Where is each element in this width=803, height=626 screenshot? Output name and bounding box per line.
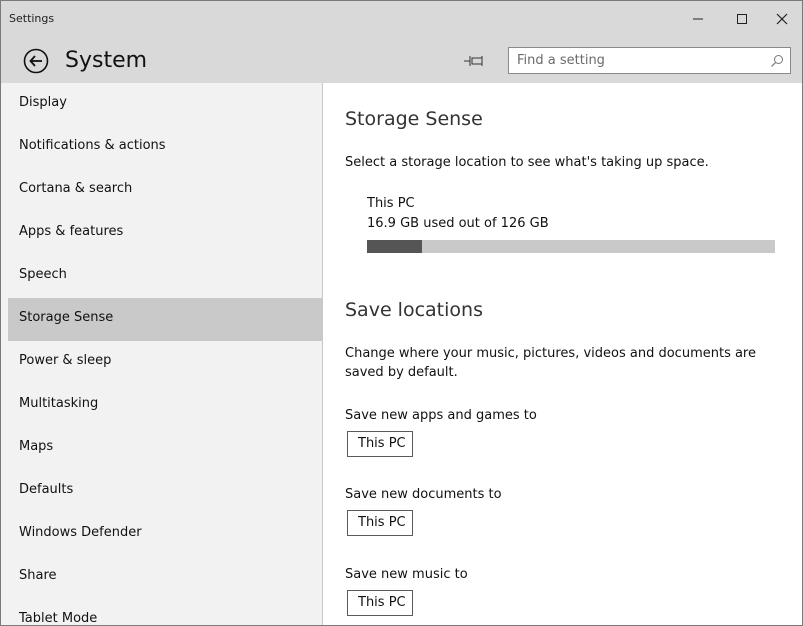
sidebar-item-defaults[interactable]: Defaults <box>8 470 322 513</box>
sidebar-item-label: Speech <box>19 267 67 282</box>
sidebar: Display Notifications & actions Cortana … <box>1 83 323 625</box>
sidebar-item-label: Tablet Mode <box>19 611 98 626</box>
sidebar-item-maps[interactable]: Maps <box>8 427 322 470</box>
save-locations-description-2: saved by default. <box>345 365 458 380</box>
maximize-icon <box>737 14 747 24</box>
sidebar-item-label: Apps & features <box>19 224 124 239</box>
back-arrow-icon <box>23 48 49 74</box>
sidebar-item-power[interactable]: Power & sleep <box>8 341 322 384</box>
search-box[interactable] <box>508 47 791 74</box>
storage-usage-fill <box>367 240 422 253</box>
header-bar: System <box>1 37 802 83</box>
maximize-button[interactable] <box>723 1 761 37</box>
drive-usage-text: 16.9 GB used out of 126 GB <box>367 216 549 231</box>
music-save-label: Save new music to <box>345 567 468 582</box>
sidebar-item-notifications[interactable]: Notifications & actions <box>8 126 322 169</box>
main-content: Storage Sense Select a storage location … <box>323 83 802 625</box>
sidebar-item-display[interactable]: Display <box>8 83 322 126</box>
search-icon[interactable] <box>770 54 784 68</box>
sidebar-item-label: Notifications & actions <box>19 138 166 153</box>
apps-location-select[interactable]: This PC <box>347 431 413 457</box>
sidebar-item-multitasking[interactable]: Multitasking <box>8 384 322 427</box>
sidebar-item-label: Defaults <box>19 482 74 497</box>
sidebar-item-cortana[interactable]: Cortana & search <box>8 169 322 212</box>
minimize-icon <box>693 18 703 20</box>
pin-icon <box>464 56 483 66</box>
minimize-button[interactable] <box>679 1 717 37</box>
window-title: Settings <box>9 12 55 25</box>
drive-name: This PC <box>367 196 415 211</box>
documents-location-value: This PC <box>358 515 406 530</box>
apps-save-label: Save new apps and games to <box>345 408 537 423</box>
sidebar-item-storage-sense[interactable]: Storage Sense <box>8 298 322 341</box>
sidebar-item-label: Display <box>19 95 67 110</box>
back-button[interactable] <box>23 48 49 74</box>
documents-save-label: Save new documents to <box>345 487 502 502</box>
sidebar-item-label: Cortana & search <box>19 181 133 196</box>
sidebar-item-label: Power & sleep <box>19 353 112 368</box>
close-icon <box>776 13 788 25</box>
apps-location-value: This PC <box>358 436 406 451</box>
title-bar[interactable]: Settings <box>1 1 802 37</box>
documents-location-select[interactable]: This PC <box>347 510 413 536</box>
save-locations-description-1: Change where your music, pictures, video… <box>345 346 756 361</box>
sidebar-item-windows-defender[interactable]: Windows Defender <box>8 513 322 556</box>
sidebar-item-label: Share <box>19 568 57 583</box>
sidebar-item-label: Windows Defender <box>19 525 142 540</box>
settings-window: Settings System Find a setting Display N… <box>0 0 803 626</box>
storage-subtitle: Select a storage location to see what's … <box>345 155 709 170</box>
music-location-select[interactable]: This PC <box>347 590 413 616</box>
pin-button[interactable] <box>463 51 485 71</box>
search-input[interactable] <box>509 48 775 73</box>
save-locations-heading: Save locations <box>345 299 483 321</box>
sidebar-item-tablet-mode[interactable]: Tablet Mode <box>8 599 322 626</box>
page-title: System <box>65 48 148 73</box>
music-location-value: This PC <box>358 595 406 610</box>
sidebar-item-apps[interactable]: Apps & features <box>8 212 322 255</box>
sidebar-item-label: Multitasking <box>19 396 99 411</box>
close-button[interactable] <box>763 1 801 37</box>
sidebar-item-speech[interactable]: Speech <box>8 255 322 298</box>
sidebar-item-label: Maps <box>19 439 54 454</box>
storage-sense-heading: Storage Sense <box>345 108 483 130</box>
storage-usage-bar <box>367 240 775 253</box>
sidebar-item-share[interactable]: Share <box>8 556 322 599</box>
sidebar-item-label: Storage Sense <box>19 310 114 325</box>
